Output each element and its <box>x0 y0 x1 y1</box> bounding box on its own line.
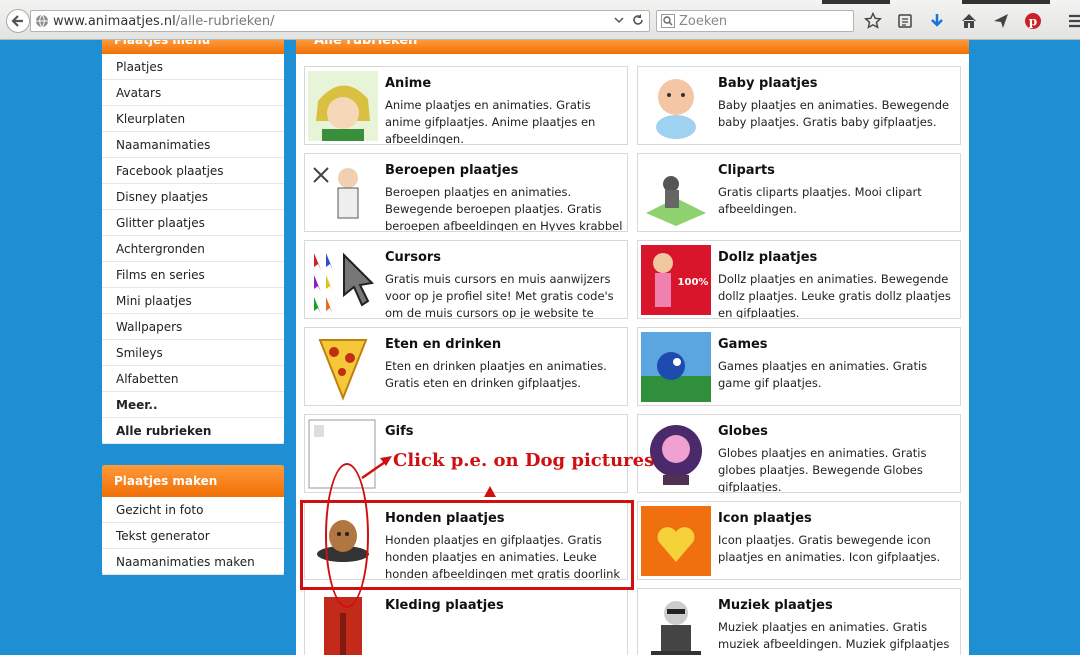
annotation-arrows <box>361 456 496 497</box>
annotation-text: Click p.e. on Dog pictures <box>393 450 655 471</box>
